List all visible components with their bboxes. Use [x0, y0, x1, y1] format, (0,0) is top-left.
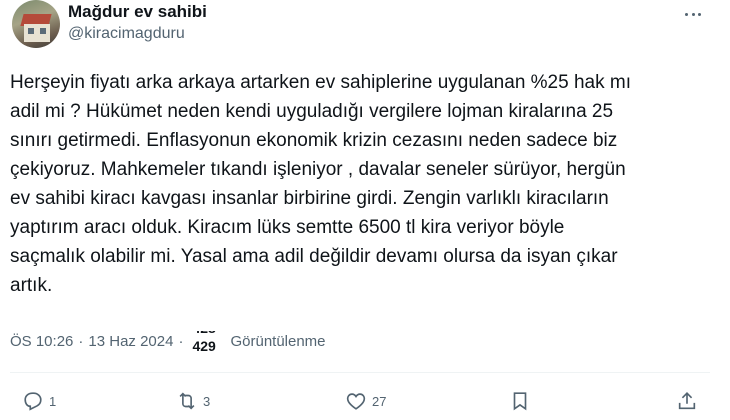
avatar-window: [28, 28, 34, 34]
tweet-text-line: ev sahibi kiracı kavgası insanlar birbir…: [10, 188, 609, 209]
avatar-window: [40, 28, 46, 34]
like-icon: [346, 393, 366, 410]
reply-count: 1: [49, 393, 57, 409]
view-count: 428 429: [188, 331, 224, 351]
reply-button[interactable]: 1: [22, 386, 56, 416]
like-button[interactable]: 27: [345, 386, 386, 416]
tweet-text-line: sınırı getirmedi. Enflasyonun ekonomik k…: [10, 130, 618, 151]
author-handle[interactable]: @kiracimagduru: [68, 25, 185, 43]
more-icon[interactable]: [680, 4, 706, 24]
bookmark-icon: [513, 392, 527, 411]
repost-icon: [179, 392, 195, 410]
tweet-meta: ÖS 10:26 · 13 Haz 2024 · 428 429 Görüntü…: [10, 331, 326, 351]
tweet-text-line: Herşeyin fiyatı arka arkaya artarken ev …: [10, 72, 631, 93]
tweet-text-line: adil mi ? Hükümet neden kendi uyguladığı…: [10, 101, 614, 122]
author-name[interactable]: Mağdur ev sahibi: [68, 2, 207, 22]
action-bar: 1 3 27: [0, 386, 730, 416]
reply-icon: [24, 392, 42, 411]
tweet-text-line: çekiyoruz. Mahkemeler tıkandı işleniyor …: [10, 159, 626, 180]
tweet-text-line: saçmalık olabilir mi. Yasal ama adil değ…: [10, 246, 618, 267]
tweet-time[interactable]: ÖS 10:26: [10, 333, 73, 350]
like-count: 27: [372, 393, 387, 409]
meta-separator: ·: [78, 332, 84, 350]
avatar[interactable]: [12, 0, 60, 48]
bookmark-button[interactable]: [509, 386, 531, 416]
share-button[interactable]: [676, 386, 698, 416]
view-count-current: 429: [192, 338, 216, 351]
tweet-text-line: yaptırım aracı olduk. Kiracım lüks semtt…: [10, 217, 565, 238]
view-count-previous: 428: [192, 331, 215, 336]
tweet-text: Herşeyin fiyatı arka arkaya artarken ev …: [10, 68, 715, 300]
tweet: Mağdur ev sahibi @kiracimagduru Herşeyin…: [0, 0, 730, 420]
repost-count: 3: [203, 393, 211, 409]
tweet-date[interactable]: 13 Haz 2024: [88, 333, 173, 350]
divider: [10, 372, 710, 373]
share-icon: [678, 392, 696, 410]
repost-button[interactable]: 3: [176, 386, 210, 416]
meta-separator: ·: [178, 332, 184, 350]
tweet-text-line: artık.: [10, 275, 53, 296]
views-label: Görüntülenme: [230, 332, 326, 350]
